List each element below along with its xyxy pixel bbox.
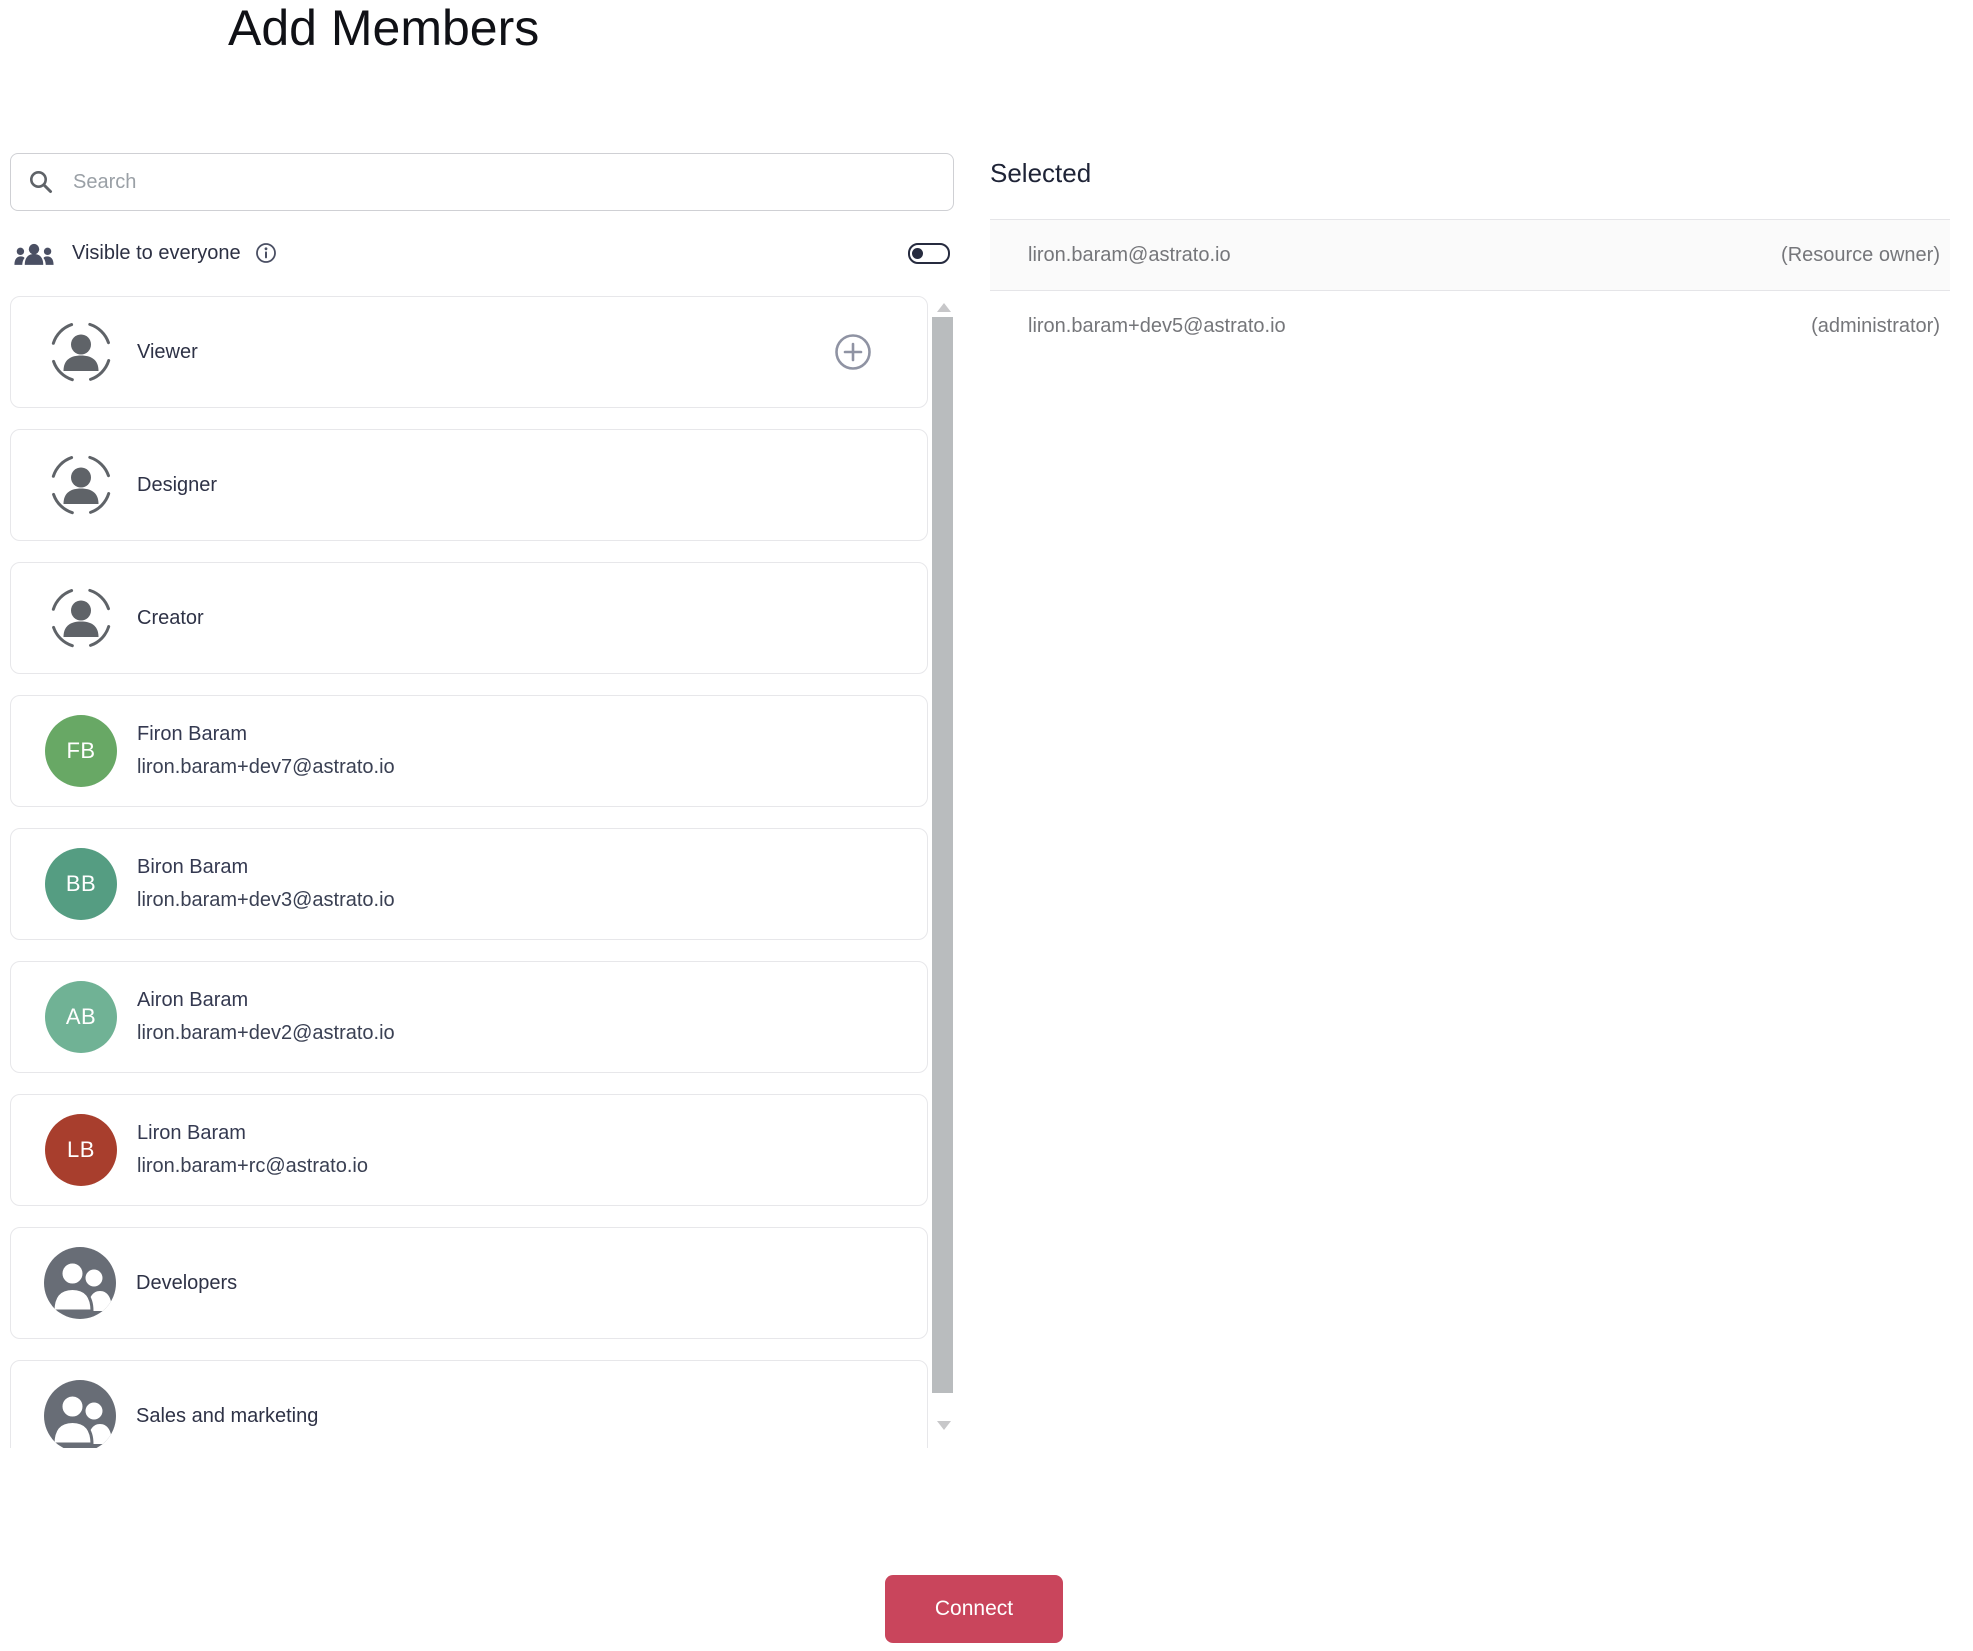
visibility-label: Visible to everyone: [72, 241, 241, 264]
role-person-icon: [45, 582, 117, 654]
group-avatar-icon: [44, 1380, 116, 1448]
list-item-group[interactable]: Developers: [10, 1227, 928, 1339]
visibility-row: Visible to everyone: [10, 233, 954, 273]
list-item-viewer[interactable]: Viewer: [10, 296, 928, 408]
list-item-label: Developers: [136, 1271, 238, 1294]
list-item-designer[interactable]: Designer: [10, 429, 928, 541]
user-email: liron.baram+dev2@astrato.io: [137, 1022, 395, 1044]
selected-email: liron.baram+dev5@astrato.io: [1028, 315, 1286, 337]
avatar: LB: [45, 1114, 117, 1186]
list-item-user[interactable]: LB Liron Baram liron.baram+rc@astrato.io: [10, 1094, 928, 1206]
role-person-icon: [45, 316, 117, 388]
list-item-label: Creator: [137, 606, 204, 629]
user-name: Liron Baram: [137, 1122, 246, 1144]
avatar: FB: [45, 715, 117, 787]
scroll-down-arrow[interactable]: [937, 1421, 951, 1430]
selected-role: (administrator): [1811, 315, 1940, 337]
page-title: Add Members: [228, 0, 540, 56]
visibility-toggle[interactable]: [908, 242, 950, 264]
list-item-label: Viewer: [137, 340, 198, 363]
user-email: liron.baram+rc@astrato.io: [137, 1155, 368, 1177]
user-email: liron.baram+dev7@astrato.io: [137, 756, 395, 778]
list-item-user[interactable]: FB Firon Baram liron.baram+dev7@astrato.…: [10, 695, 928, 807]
list-item-creator[interactable]: Creator: [10, 562, 928, 674]
scroll-up-arrow[interactable]: [937, 303, 951, 312]
user-name: Firon Baram: [137, 723, 248, 745]
members-list: Viewer Designer Creator FB Firon Baram l…: [10, 296, 930, 1448]
connect-button[interactable]: Connect: [885, 1575, 1063, 1643]
scrollbar-thumb[interactable]: [932, 317, 953, 1393]
avatar: BB: [45, 848, 117, 920]
selected-row: liron.baram@astrato.io (Resource owner): [990, 220, 1950, 291]
group-avatar-icon: [44, 1247, 116, 1319]
user-name: Biron Baram: [137, 856, 249, 878]
list-item-group[interactable]: Sales and marketing: [10, 1360, 928, 1448]
selected-role: (Resource owner): [1781, 243, 1940, 266]
list-item-label: Designer: [137, 473, 218, 496]
toggle-knob: [912, 247, 923, 259]
selected-list: liron.baram@astrato.io (Resource owner) …: [990, 219, 1950, 362]
list-item-user[interactable]: BB Biron Baram liron.baram+dev3@astrato.…: [10, 828, 928, 940]
selected-email: liron.baram@astrato.io: [1028, 243, 1231, 266]
avatar: AB: [45, 981, 117, 1053]
role-person-icon: [45, 449, 117, 521]
user-email: liron.baram+dev3@astrato.io: [137, 889, 395, 911]
selected-row: liron.baram+dev5@astrato.io (administrat…: [990, 291, 1950, 362]
add-plus-icon[interactable]: [834, 333, 872, 371]
list-item-label: Sales and marketing: [136, 1404, 319, 1427]
groups-icon: [14, 241, 54, 266]
selected-heading: Selected: [990, 158, 1092, 188]
search-input[interactable]: [71, 169, 953, 195]
list-item-user[interactable]: AB Airon Baram liron.baram+dev2@astrato.…: [10, 961, 928, 1073]
info-icon[interactable]: [255, 242, 277, 264]
search-icon: [27, 168, 55, 196]
user-name: Airon Baram: [137, 989, 249, 1011]
search-box: [10, 153, 954, 211]
